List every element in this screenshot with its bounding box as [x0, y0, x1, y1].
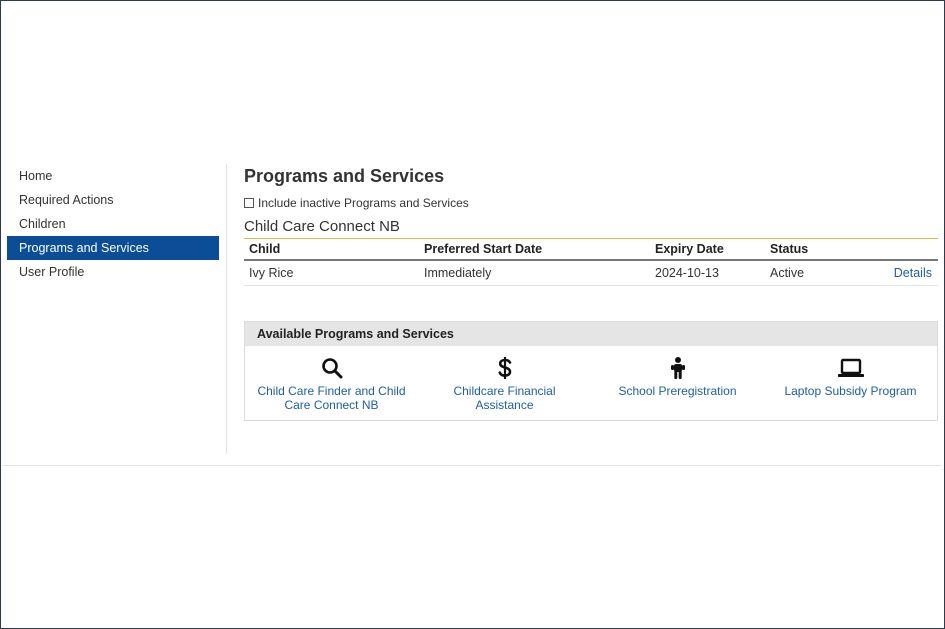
footer-divider: [3, 465, 941, 466]
section-title: Child Care Connect NB: [244, 218, 938, 239]
cell-start-date: Immediately: [419, 260, 650, 286]
table-row: Ivy Rice Immediately 2024-10-13 Active D…: [244, 260, 938, 286]
column-header-start-date: Preferred Start Date: [419, 239, 650, 261]
program-tile-financial-assistance[interactable]: Childcare Financial Assistance: [418, 346, 591, 422]
sidebar-divider: [226, 164, 227, 454]
column-header-expiry-date: Expiry Date: [650, 239, 765, 261]
program-link-child-care-finder[interactable]: Child Care Finder and Child Care Connect…: [257, 384, 407, 412]
available-programs-title: Available Programs and Services: [245, 322, 937, 346]
window-frame: [0, 0, 945, 629]
include-inactive-row: Include inactive Programs and Services: [244, 196, 938, 210]
include-inactive-checkbox[interactable]: [244, 198, 254, 208]
dollar-icon: [496, 356, 514, 380]
sidebar-item-required-actions[interactable]: Required Actions: [7, 188, 219, 212]
column-header-actions: [870, 239, 938, 261]
cell-child: Ivy Rice: [244, 260, 419, 286]
cell-action: Details: [870, 260, 938, 286]
sidebar-item-programs-and-services[interactable]: Programs and Services: [7, 236, 219, 260]
program-link-laptop-subsidy[interactable]: Laptop Subsidy Program: [784, 384, 916, 398]
column-header-child: Child: [244, 239, 419, 261]
cell-expiry-date: 2024-10-13: [650, 260, 765, 286]
column-header-status: Status: [765, 239, 870, 261]
sidebar-item-children[interactable]: Children: [7, 212, 219, 236]
child-icon: [669, 356, 687, 380]
page-title: Programs and Services: [244, 166, 445, 186]
sidebar-item-home[interactable]: Home: [7, 164, 219, 188]
program-link-financial-assistance[interactable]: Childcare Financial Assistance: [430, 384, 580, 412]
available-programs-list: Child Care Finder and Child Care Connect…: [245, 346, 937, 422]
search-icon: [320, 356, 344, 380]
sidebar-item-user-profile[interactable]: User Profile: [7, 260, 219, 284]
sidebar-nav: Home Required Actions Children Programs …: [7, 164, 219, 284]
include-inactive-label: Include inactive Programs and Services: [258, 196, 469, 210]
details-link[interactable]: Details: [894, 266, 932, 280]
available-programs-panel: Available Programs and Services Child Ca…: [244, 321, 938, 421]
program-link-school-preregistration[interactable]: School Preregistration: [618, 384, 736, 398]
program-tile-school-preregistration[interactable]: School Preregistration: [591, 346, 764, 422]
main-content: Programs and Services Include inactive P…: [244, 164, 938, 421]
laptop-icon: [837, 356, 865, 380]
programs-table: Child Preferred Start Date Expiry Date S…: [244, 239, 938, 286]
program-tile-child-care-finder[interactable]: Child Care Finder and Child Care Connect…: [245, 346, 418, 422]
table-header-row: Child Preferred Start Date Expiry Date S…: [244, 239, 938, 261]
cell-status: Active: [765, 260, 870, 286]
program-tile-laptop-subsidy[interactable]: Laptop Subsidy Program: [764, 346, 937, 422]
